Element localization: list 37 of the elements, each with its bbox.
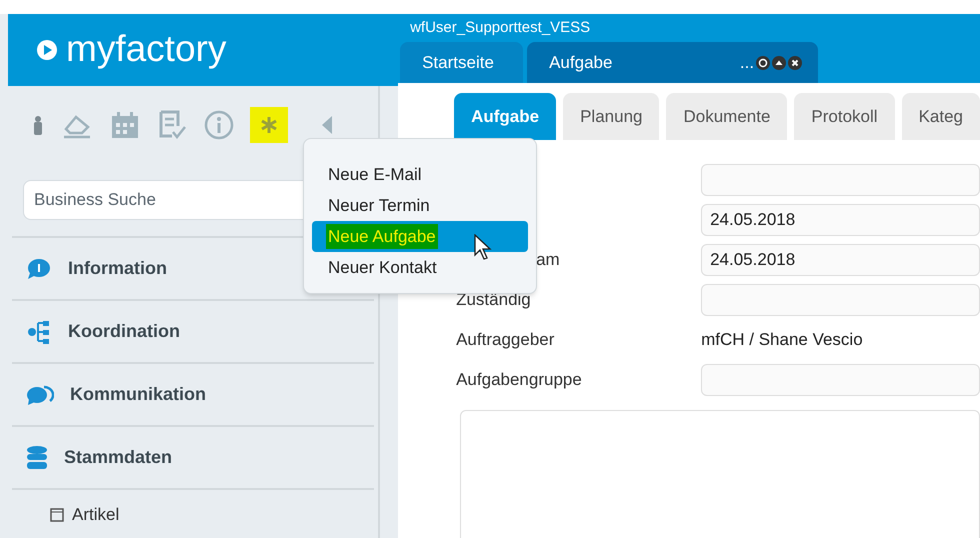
text-field[interactable] bbox=[701, 364, 980, 396]
toolbar-button[interactable] bbox=[250, 107, 288, 143]
document-icon bbox=[50, 508, 64, 522]
sidebar-subitem[interactable]: Artikel bbox=[12, 490, 374, 528]
text-field[interactable]: 24.05.2018 bbox=[701, 244, 980, 276]
field-label: Zuständig bbox=[456, 289, 531, 312]
collapse-arrow-icon[interactable] bbox=[322, 116, 332, 134]
text-field[interactable] bbox=[701, 284, 980, 316]
speech-bubble-icon bbox=[26, 258, 52, 280]
window-tab[interactable]: Startseite bbox=[400, 42, 524, 83]
chat-bubbles-icon bbox=[26, 384, 54, 406]
tab[interactable]: Dokumente bbox=[666, 93, 788, 140]
tab[interactable]: Kateg bbox=[902, 93, 980, 140]
text-field[interactable] bbox=[701, 164, 980, 196]
asterisk-icon[interactable] bbox=[259, 115, 279, 135]
refresh-icon bbox=[756, 56, 770, 70]
hierarchy-icon bbox=[26, 320, 52, 344]
up-icon bbox=[772, 56, 786, 70]
field-label: Aufgabengruppe bbox=[456, 369, 582, 392]
field-label: am bbox=[536, 249, 560, 272]
text-field[interactable]: 24.05.2018 bbox=[701, 204, 980, 236]
play-logo-icon bbox=[36, 39, 58, 61]
field-value: mfCH / Shane Vescio bbox=[701, 329, 863, 352]
bottle-icon[interactable] bbox=[32, 114, 44, 136]
tab[interactable]: Protokoll bbox=[794, 93, 895, 140]
close-icon bbox=[788, 56, 802, 70]
field-label: Auftraggeber bbox=[456, 329, 554, 352]
sidebar-item[interactable]: Stammdaten bbox=[12, 427, 374, 490]
database-icon bbox=[26, 444, 48, 470]
window-title: wfUser_Supporttest_VESS bbox=[409, 18, 592, 38]
cursor-icon bbox=[474, 234, 494, 262]
sidebar-item[interactable]: Kommunikation bbox=[12, 364, 374, 427]
window-tab[interactable]: Aufgabe ... bbox=[527, 42, 818, 83]
text-area[interactable] bbox=[460, 410, 980, 538]
sidebar-item[interactable]: Koordination bbox=[12, 301, 374, 364]
tab[interactable]: Planung bbox=[563, 93, 660, 140]
logo-text: myfactory bbox=[66, 30, 226, 70]
